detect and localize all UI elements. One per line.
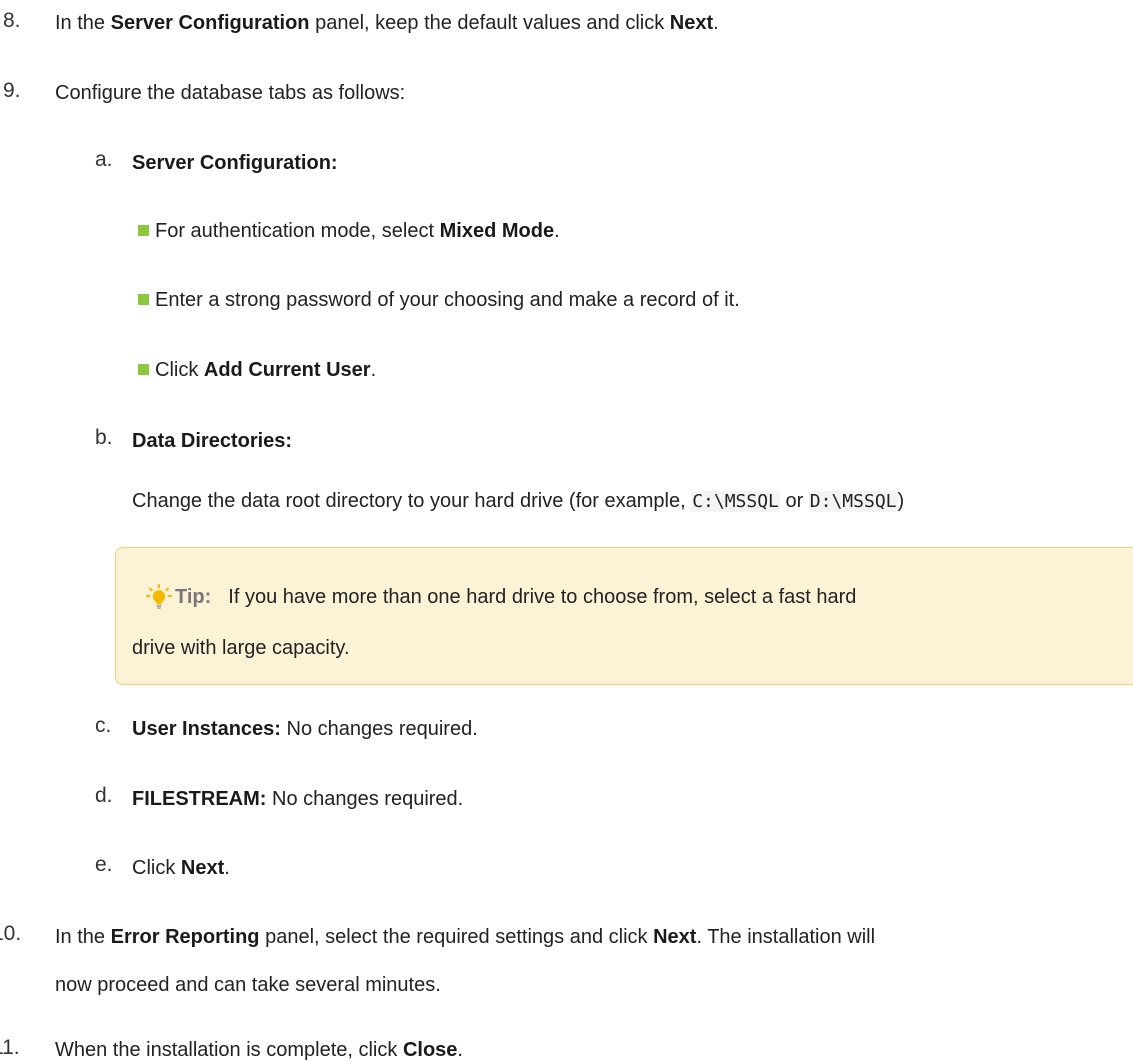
step-8-text-part: In the <box>55 12 111 34</box>
ui-term-data-directories: Data Directories: <box>132 430 293 452</box>
bullet-add-user: Click Add Current User. <box>155 358 376 382</box>
substep-letter-c: c. <box>95 714 112 737</box>
step-9-text: Configure the database tabs as follows: <box>55 82 406 104</box>
square-bullet-icon <box>138 364 149 375</box>
bullet-text-part: . <box>554 220 560 242</box>
step-11-text-part: When the installation is complete, click <box>55 1039 403 1061</box>
bullet-password: Enter a strong password of your choosing… <box>155 289 740 311</box>
bullet-text-part: For authentication mode, select <box>155 220 440 242</box>
step-8-text-part: . <box>713 12 719 34</box>
substep-letter-e: e. <box>95 853 113 876</box>
step-8-text-part: panel, keep the default values and click <box>309 12 670 34</box>
bullet-auth-mode: For authentication mode, select Mixed Mo… <box>155 219 560 243</box>
bullet-text-part: . <box>370 359 377 381</box>
ui-term-add-current-user: Add Current User <box>203 359 371 381</box>
ui-term-next: Next <box>669 12 714 34</box>
substep-b-text-part: ) <box>897 490 905 512</box>
substep-b-text: Change the data root directory to your h… <box>132 489 904 514</box>
substep-letter-d: d. <box>95 784 113 807</box>
ui-term-server-configuration: Server Configuration: <box>132 152 338 174</box>
ui-term-mixed-mode: Mixed Mode <box>439 220 555 242</box>
bullet-text-part: Click <box>155 359 204 381</box>
step-10-text-part: panel, select the required settings and … <box>259 926 654 948</box>
step-10-text-part: In the <box>55 926 111 948</box>
substep-d-text: FILESTREAM: No changes required. <box>132 787 463 811</box>
substep-b-text-part: Change the data root directory to your h… <box>132 490 692 512</box>
tip-label: Tip: <box>175 586 212 608</box>
step-number-8: 8. <box>3 9 21 32</box>
square-bullet-icon <box>138 225 149 236</box>
ui-term-error-reporting: Error Reporting <box>110 926 260 948</box>
tip-callout <box>115 547 1133 685</box>
substep-letter-a: a. <box>95 148 113 171</box>
tip-text-line-1: Tip: If you have more than one hard drive… <box>175 585 856 609</box>
substep-e-text-part: Click <box>132 857 181 879</box>
step-number-9: 9. <box>3 79 21 102</box>
lightbulb-icon <box>146 584 172 609</box>
step-10-text-line-2: now proceed and can take several minutes… <box>55 974 441 996</box>
ui-term-close: Close <box>402 1039 458 1061</box>
step-number-10: 10. <box>0 922 22 945</box>
substep-e-text: Click Next. <box>132 856 230 880</box>
square-bullet-icon <box>138 294 149 305</box>
substep-a-title: Server Configuration: <box>132 151 338 175</box>
substep-letter-b: b. <box>95 426 113 449</box>
substep-c-text-part: No changes required. <box>280 718 478 740</box>
ui-term-user-instances: User Instances: <box>132 718 281 740</box>
path-code-c: C:\MSSQL <box>691 491 780 512</box>
step-number-11: 11. <box>0 1036 20 1059</box>
step-11-text: When the installation is complete, click… <box>55 1038 463 1062</box>
ui-term-filestream: FILESTREAM: <box>132 788 267 810</box>
substep-e-text-part: . <box>224 857 230 879</box>
ui-term-next: Next <box>653 926 697 948</box>
step-10-text-line-1: In the Error Reporting panel, select the… <box>55 925 875 949</box>
substep-d-text-part: No changes required. <box>266 788 464 810</box>
substep-b-text-part: or <box>779 490 809 512</box>
path-code-d: D:\MSSQL <box>808 491 898 512</box>
substep-b-title: Data Directories: <box>132 429 292 453</box>
tip-text-line-2: drive with large capacity. <box>132 637 350 659</box>
tip-text-part: If you have more than one hard drive to … <box>228 586 857 608</box>
step-8-text: In the Server Configuration panel, keep … <box>55 11 719 35</box>
ui-term-server-configuration: Server Configuration <box>110 12 310 34</box>
step-10-text-part: . The installation will <box>696 926 876 948</box>
substep-c-text: User Instances: No changes required. <box>132 717 478 741</box>
ui-term-next: Next <box>180 857 225 879</box>
step-11-text-part: . <box>457 1039 463 1061</box>
